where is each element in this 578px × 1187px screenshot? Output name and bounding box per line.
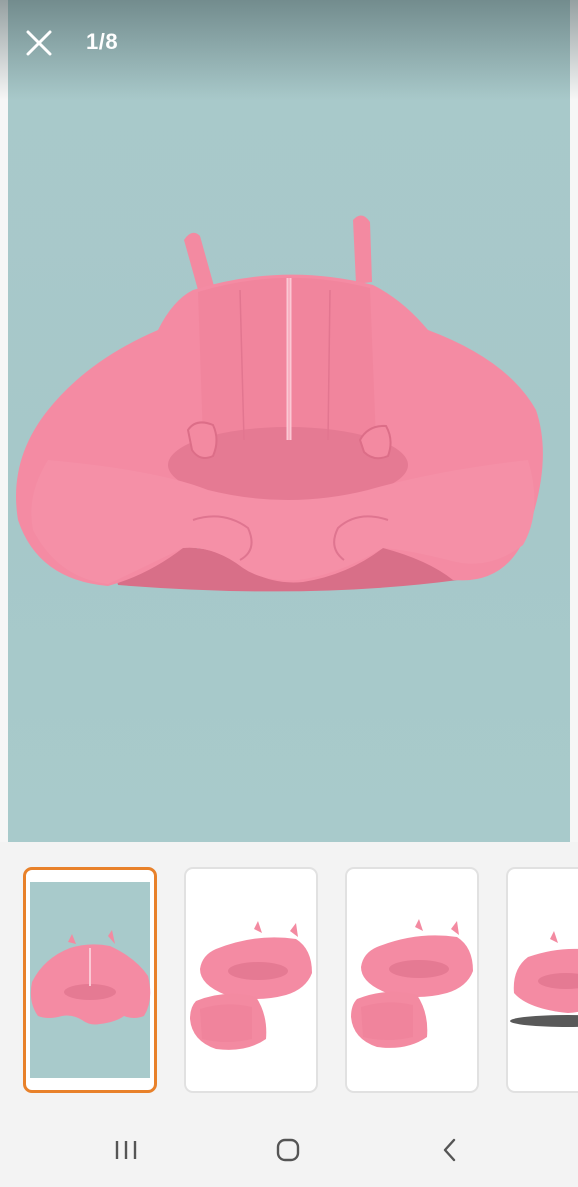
close-icon	[26, 30, 52, 56]
close-button[interactable]	[22, 26, 56, 60]
thumbnail-4[interactable]	[506, 867, 578, 1093]
back-icon	[443, 1138, 456, 1162]
thumbnail-2-image	[190, 921, 312, 1050]
thumbnail-3[interactable]	[345, 867, 479, 1093]
home-button[interactable]	[258, 1134, 318, 1166]
thumbnail-3-image	[351, 919, 473, 1048]
product-photo[interactable]	[8, 0, 570, 842]
recent-apps-button[interactable]	[96, 1134, 156, 1166]
recent-apps-icon	[115, 1141, 137, 1159]
pink-baby-seat-image	[16, 215, 543, 592]
thumbnail-1[interactable]	[23, 867, 157, 1093]
thumbnail-strip[interactable]	[0, 842, 578, 1112]
thumbnail-4-image	[510, 931, 578, 1027]
home-icon	[276, 1138, 300, 1162]
thumbnail-1-image	[30, 930, 151, 1025]
thumbnail-2[interactable]	[184, 867, 318, 1093]
image-counter: 1/8	[86, 29, 119, 54]
image-viewer[interactable]: 1/8	[0, 0, 578, 842]
system-navigation-bar	[0, 1112, 578, 1187]
back-button[interactable]	[420, 1134, 480, 1166]
